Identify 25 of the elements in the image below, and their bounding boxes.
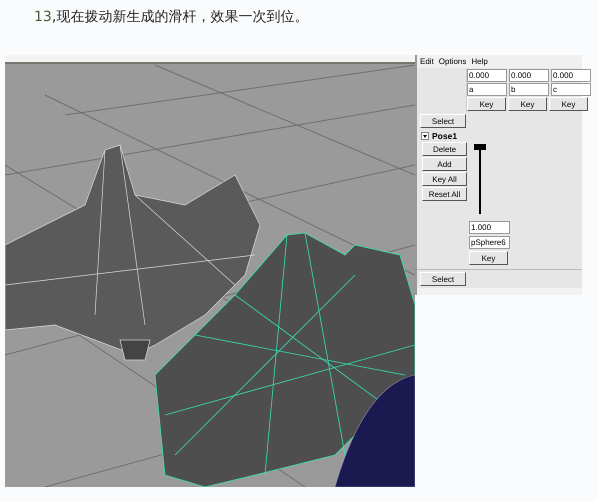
select-button[interactable]: Select [420, 114, 466, 128]
key-button[interactable]: Key [508, 97, 547, 111]
menu-item[interactable]: Options [438, 57, 466, 66]
caption-text: 13,现在拨动新生成的滑杆，效果一次到位。 [33, 8, 310, 27]
pose-name: Pose1 [432, 131, 458, 141]
slider-thumb[interactable] [474, 144, 486, 150]
target-name-field[interactable]: a [467, 83, 507, 96]
menu-item[interactable]: Edit [420, 57, 434, 66]
key-button[interactable]: Key [467, 97, 506, 111]
scroll-bar[interactable] [417, 288, 582, 295]
weight-field[interactable]: 0.000 [551, 69, 591, 82]
target-name-field[interactable]: c [551, 83, 591, 96]
pose-button[interactable]: Reset All [422, 187, 467, 201]
pose-button[interactable]: Delete [422, 142, 467, 156]
weight-field[interactable]: 0.000 [509, 69, 549, 82]
weight-field[interactable]: 0.000 [467, 69, 507, 82]
menu-item[interactable]: Help [471, 57, 488, 66]
target-name-field[interactable]: b [509, 83, 549, 96]
pose-button[interactable]: Key All [422, 172, 467, 186]
pose-button[interactable]: Add [422, 157, 467, 171]
select-button[interactable]: Select [420, 272, 466, 286]
key-button[interactable]: Key [549, 97, 588, 111]
target-name-field[interactable]: pSphere6 [469, 236, 510, 249]
weight-field[interactable]: 1.000 [469, 221, 510, 234]
key-button[interactable]: Key [469, 251, 508, 265]
